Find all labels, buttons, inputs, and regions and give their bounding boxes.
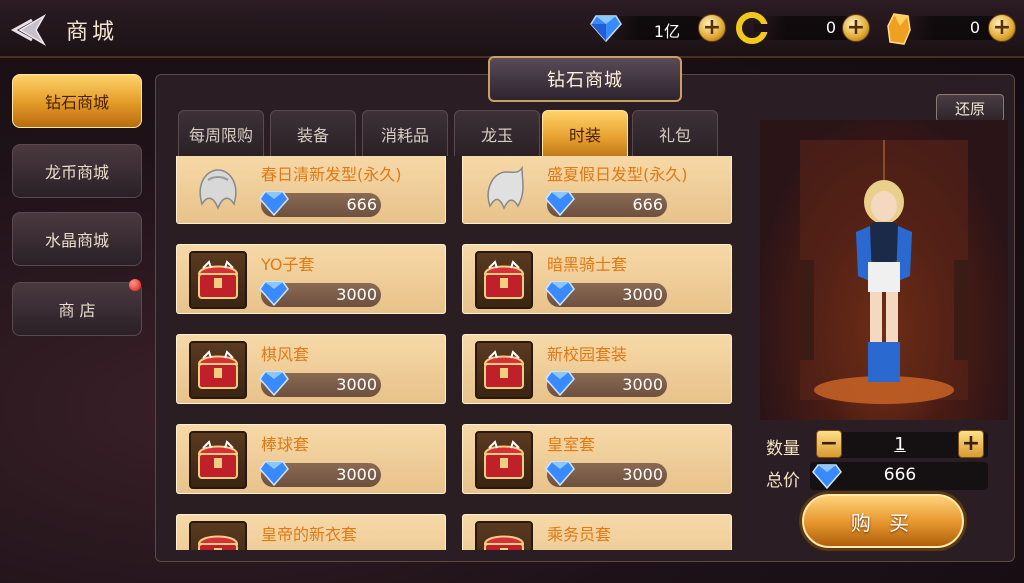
diamond-icon [259, 191, 289, 216]
back-arrow-icon [10, 13, 47, 47]
treasure-chest-icon [475, 251, 533, 309]
item-price: 3000 [622, 375, 663, 394]
total-price-label: 总价 [766, 471, 800, 491]
list-item[interactable]: 春日清新发型(永久) 666 [176, 156, 446, 224]
crystal-currency: 0 + [884, 10, 1020, 46]
hair-icon [189, 161, 247, 219]
tab-weekly-limited[interactable]: 每周限购 [178, 110, 264, 156]
diamond-amount: 1亿 [653, 22, 680, 41]
quantity-label: 数量 [766, 439, 800, 459]
total-price-value: 666 [883, 465, 917, 485]
add-diamond-button[interactable]: + [698, 14, 726, 42]
item-price: 3000 [622, 465, 663, 484]
treasure-chest-icon [475, 521, 533, 550]
crystal-amount: 0 [969, 18, 980, 37]
item-name: 皇帝的新衣套 [261, 525, 358, 544]
tab-dragon-jade[interactable]: 龙玉 [454, 110, 540, 156]
add-gold-button[interactable]: + [842, 14, 870, 42]
diamond-icon [545, 281, 575, 306]
list-item[interactable]: 棋风套 3000 [176, 334, 446, 404]
hair-icon [475, 161, 533, 219]
list-item[interactable]: 乘务员套 [462, 514, 732, 550]
diamond-icon [259, 371, 289, 396]
treasure-chest-icon [189, 521, 247, 550]
list-item[interactable]: 新校园套装 3000 [462, 334, 732, 404]
item-price: 3000 [336, 375, 377, 394]
diamond-icon [545, 191, 575, 216]
list-item[interactable]: 棒球套 3000 [176, 424, 446, 494]
treasure-chest-icon [189, 341, 247, 399]
diamond-currency: 1亿 + [588, 10, 728, 46]
sidebar-item-label: 钻石商城 [44, 93, 109, 112]
restore-button[interactable]: 还原 [936, 94, 1004, 122]
sidebar-item-crystal-shop[interactable]: 水晶商城 [12, 212, 142, 266]
list-item[interactable]: YO子套 3000 [176, 244, 446, 314]
tab-consumables[interactable]: 消耗品 [362, 110, 448, 156]
item-name: 棒球套 [261, 435, 310, 454]
item-price: 3000 [336, 285, 377, 304]
item-price: 666 [346, 195, 377, 214]
character-preview[interactable] [760, 120, 1008, 420]
back-button[interactable] [10, 10, 50, 50]
add-crystal-button[interactable]: + [988, 14, 1016, 42]
list-item[interactable]: 皇帝的新衣套 [176, 514, 446, 550]
top-bar: 商城 1亿 + 0 + 0 + [0, 0, 1024, 58]
gold-amount: 0 [825, 18, 836, 37]
item-name: 盛夏假日发型(永久) [547, 165, 688, 184]
treasure-chest-icon [189, 431, 247, 489]
item-name: 乘务员套 [547, 525, 612, 544]
item-name: 皇室套 [547, 435, 596, 454]
buy-button[interactable]: 购 买 [802, 494, 964, 548]
list-item[interactable]: 暗黑骑士套 3000 [462, 244, 732, 314]
diamond-icon [545, 461, 575, 486]
tab-gift-packs[interactable]: 礼包 [632, 110, 718, 156]
panel-title: 钻石商城 [488, 56, 682, 102]
item-name: 新校园套装 [547, 345, 628, 364]
tab-fashion[interactable]: 时装 [542, 110, 628, 156]
gold-coin-icon [736, 12, 768, 44]
treasure-chest-icon [475, 431, 533, 489]
increase-quantity-button[interactable]: + [958, 430, 984, 458]
item-name: 春日清新发型(永久) [261, 165, 402, 184]
sidebar-item-label: 龙币商城 [44, 163, 109, 182]
diamond-icon [259, 281, 289, 306]
list-item[interactable]: 皇室套 3000 [462, 424, 732, 494]
sidebar-item-diamond-shop[interactable]: 钻石商城 [12, 74, 142, 128]
item-price: 666 [632, 195, 663, 214]
item-price: 3000 [622, 285, 663, 304]
list-item[interactable]: 盛夏假日发型(永久) 666 [462, 156, 732, 224]
tab-equipment[interactable]: 装备 [270, 110, 356, 156]
item-name: 棋风套 [261, 345, 310, 364]
page-title: 商城 [66, 20, 119, 45]
sidebar-item-label: 水晶商城 [44, 231, 109, 250]
sidebar-item-label: 商 店 [58, 301, 96, 320]
decrease-quantity-button[interactable]: − [816, 430, 842, 458]
item-price: 3000 [336, 465, 377, 484]
item-name: 暗黑骑士套 [547, 255, 628, 274]
crystal-icon [887, 13, 911, 45]
diamond-icon [545, 371, 575, 396]
sidebar-item-dragon-coin-shop[interactable]: 龙币商城 [12, 144, 142, 198]
notification-badge [129, 279, 141, 291]
treasure-chest-icon [189, 251, 247, 309]
diamond-icon [812, 464, 842, 489]
sidebar-item-store[interactable]: 商 店 [12, 279, 142, 336]
quantity-value[interactable]: 1 [850, 434, 950, 455]
gold-currency: 0 + [736, 10, 876, 46]
diamond-icon [259, 461, 289, 486]
item-name: YO子套 [261, 255, 315, 274]
character-model-icon [856, 180, 912, 382]
treasure-chest-icon [475, 341, 533, 399]
item-list[interactable]: 春日清新发型(永久) 666 盛夏假日发型(永久) 666 YO子套 3000 … [166, 156, 746, 550]
